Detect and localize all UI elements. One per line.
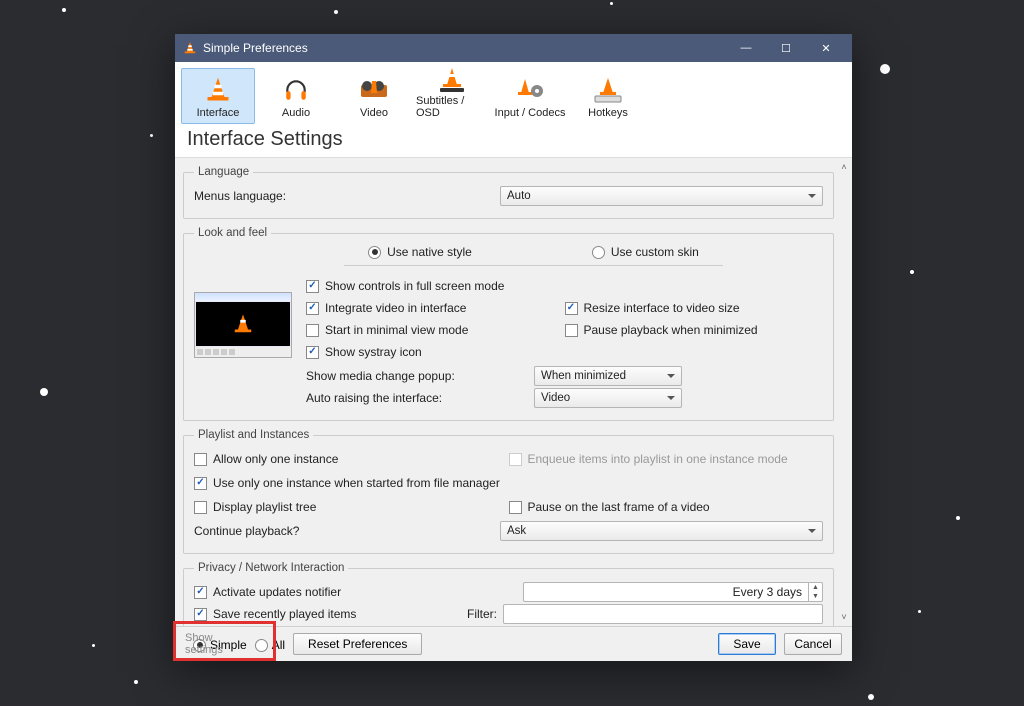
spin-up[interactable]: ▲ bbox=[809, 583, 822, 592]
subtitle-icon bbox=[438, 67, 466, 93]
check-label: Display playlist tree bbox=[213, 500, 316, 514]
check-resize-interface[interactable] bbox=[565, 302, 578, 315]
settings-content: Language Menus language: Auto Look and f… bbox=[175, 158, 836, 626]
keyboard-icon bbox=[593, 75, 623, 105]
group-privacy: Privacy / Network Interaction Activate u… bbox=[183, 562, 834, 626]
check-updates-notifier[interactable] bbox=[194, 586, 207, 599]
check-pause-minimized[interactable] bbox=[565, 324, 578, 337]
group-look-and-feel: Look and feel Use native style Use custo… bbox=[183, 227, 834, 421]
check-save-recent[interactable] bbox=[194, 608, 207, 621]
check-label: Allow only one instance bbox=[213, 452, 338, 466]
radio-label: Use custom skin bbox=[611, 245, 699, 259]
page-title: Interface Settings bbox=[175, 124, 852, 158]
tab-label: Input / Codecs bbox=[495, 107, 566, 119]
tab-video[interactable]: Video bbox=[337, 68, 411, 124]
tab-label: Audio bbox=[282, 107, 310, 119]
check-integrate-video[interactable] bbox=[306, 302, 319, 315]
scroll-track[interactable] bbox=[837, 174, 851, 610]
continue-playback-label: Continue playback? bbox=[194, 524, 494, 538]
codec-icon bbox=[515, 75, 545, 105]
preferences-window: Simple Preferences ― ☐ ✕ Interface Audio… bbox=[175, 34, 852, 661]
tab-label: Hotkeys bbox=[588, 107, 628, 119]
tab-input-codecs[interactable]: Input / Codecs bbox=[493, 68, 567, 124]
auto-raise-select[interactable]: Video bbox=[534, 388, 682, 408]
tab-audio[interactable]: Audio bbox=[259, 68, 333, 124]
show-settings-label: Show settings bbox=[185, 632, 223, 656]
minimize-button[interactable]: ― bbox=[726, 36, 766, 60]
tab-interface[interactable]: Interface bbox=[181, 68, 255, 124]
spin-down[interactable]: ▼ bbox=[809, 592, 822, 601]
check-label: Enqueue items into playlist in one insta… bbox=[528, 452, 788, 466]
scroll-down[interactable]: ˅ bbox=[837, 610, 851, 624]
select-value: Video bbox=[541, 392, 570, 404]
category-toolbar: Interface Audio Video Subtitles / OSD In… bbox=[175, 62, 852, 124]
check-label: Pause on the last frame of a video bbox=[528, 500, 710, 514]
check-label: Start in minimal view mode bbox=[325, 323, 468, 337]
menus-language-label: Menus language: bbox=[194, 189, 494, 203]
menus-language-select[interactable]: Auto bbox=[500, 186, 823, 206]
group-legend: Playlist and Instances bbox=[194, 429, 313, 441]
check-label: Save recently played items bbox=[213, 607, 457, 621]
group-language: Language Menus language: Auto bbox=[183, 166, 834, 219]
check-label: Use only one instance when started from … bbox=[213, 476, 500, 490]
check-start-minimal[interactable] bbox=[306, 324, 319, 337]
radio-show-all[interactable] bbox=[255, 639, 268, 652]
tab-label: Video bbox=[360, 107, 388, 119]
cancel-button[interactable]: Cancel bbox=[784, 633, 842, 655]
filter-input[interactable] bbox=[503, 604, 823, 624]
check-pause-last-frame[interactable] bbox=[509, 501, 522, 514]
spin-value: Every 3 days bbox=[524, 583, 808, 601]
footer: Show settings Simple All Reset Preferenc… bbox=[175, 626, 852, 661]
tab-hotkeys[interactable]: Hotkeys bbox=[571, 68, 645, 124]
group-legend: Look and feel bbox=[194, 227, 271, 239]
close-button[interactable]: ✕ bbox=[806, 36, 846, 60]
film-icon bbox=[359, 75, 389, 105]
auto-raise-label: Auto raising the interface: bbox=[306, 391, 528, 405]
select-value: Ask bbox=[507, 525, 526, 537]
check-one-instance-fm[interactable] bbox=[194, 477, 207, 490]
tab-label: Subtitles / OSD bbox=[416, 95, 488, 119]
continue-playback-select[interactable]: Ask bbox=[500, 521, 823, 541]
check-label: Resize interface to video size bbox=[584, 301, 740, 315]
radio-native-style[interactable] bbox=[368, 246, 381, 259]
save-button[interactable]: Save bbox=[718, 633, 776, 655]
radio-label: Use native style bbox=[387, 245, 472, 259]
select-value: Auto bbox=[507, 190, 531, 202]
check-enqueue bbox=[509, 453, 522, 466]
check-systray[interactable] bbox=[306, 346, 319, 359]
group-legend: Language bbox=[194, 166, 253, 178]
group-legend: Privacy / Network Interaction bbox=[194, 562, 348, 574]
updates-interval-spin[interactable]: Every 3 days ▲▼ bbox=[523, 582, 823, 602]
check-display-tree[interactable] bbox=[194, 501, 207, 514]
vertical-scrollbar[interactable]: ˄ ˅ bbox=[836, 158, 852, 626]
headphones-icon bbox=[283, 75, 309, 105]
check-label: Pause playback when minimized bbox=[584, 323, 758, 337]
maximize-button[interactable]: ☐ bbox=[766, 36, 806, 60]
media-popup-select[interactable]: When minimized bbox=[534, 366, 682, 386]
radio-label: All bbox=[272, 638, 285, 652]
select-value: When minimized bbox=[541, 370, 626, 382]
app-icon bbox=[183, 41, 197, 55]
scroll-up[interactable]: ˄ bbox=[837, 160, 851, 174]
group-playlist: Playlist and Instances Allow only one in… bbox=[183, 429, 834, 554]
check-label: Show systray icon bbox=[325, 345, 422, 359]
window-title: Simple Preferences bbox=[203, 41, 726, 55]
check-show-controls[interactable] bbox=[306, 280, 319, 293]
filter-label: Filter: bbox=[463, 607, 497, 621]
check-label: Activate updates notifier bbox=[213, 585, 517, 599]
check-label: Integrate video in interface bbox=[325, 301, 466, 315]
skin-preview bbox=[194, 274, 292, 410]
tab-label: Interface bbox=[197, 107, 240, 119]
media-popup-label: Show media change popup: bbox=[306, 369, 528, 383]
tab-subtitles[interactable]: Subtitles / OSD bbox=[415, 68, 489, 124]
reset-preferences-button[interactable]: Reset Preferences bbox=[293, 633, 422, 655]
titlebar[interactable]: Simple Preferences ― ☐ ✕ bbox=[175, 34, 852, 62]
check-one-instance[interactable] bbox=[194, 453, 207, 466]
check-label: Show controls in full screen mode bbox=[325, 279, 504, 293]
radio-custom-skin[interactable] bbox=[592, 246, 605, 259]
cone-icon bbox=[204, 75, 232, 105]
